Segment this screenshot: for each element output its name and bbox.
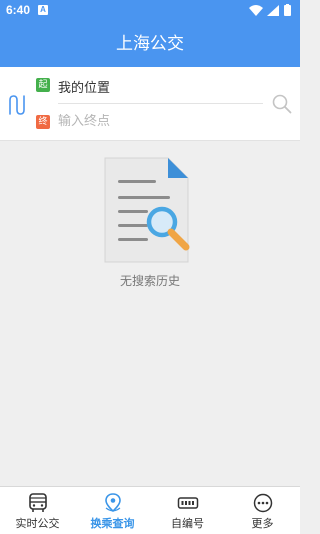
tab-more[interactable]: 更多	[225, 487, 300, 534]
swap-route-icon[interactable]	[8, 94, 26, 120]
app-bar: 6:40 A 上海公交	[0, 0, 300, 67]
empty-state-text: 无搜索历史	[119, 274, 180, 288]
tab-transfer-query[interactable]: 换乘查询	[75, 487, 150, 534]
bus-icon	[27, 493, 49, 513]
tab-label: 更多	[251, 517, 274, 530]
wifi-icon	[249, 5, 263, 16]
divider	[58, 103, 263, 104]
page-title: 上海公交	[116, 34, 184, 54]
tab-label: 实时公交	[15, 517, 60, 530]
route-search-panel: 起 我的位置 终	[0, 67, 300, 141]
tab-realtime-bus[interactable]: 实时公交	[0, 487, 75, 534]
end-tag: 终	[36, 115, 50, 129]
status-icons	[248, 4, 294, 17]
status-bar: 6:40 A	[0, 0, 300, 22]
signal-icon	[267, 5, 279, 16]
end-location-input[interactable]	[58, 114, 258, 129]
battery-icon	[284, 4, 291, 16]
start-tag: 起	[36, 78, 50, 92]
tab-self-numbering[interactable]: 自编号	[150, 487, 225, 534]
document-search-icon	[100, 150, 200, 269]
search-icon[interactable]	[272, 94, 292, 118]
bottom-tab-bar: 实时公交 换乘查询 自编号 更多	[0, 486, 300, 534]
location-pin-icon	[102, 493, 124, 513]
start-location[interactable]: 我的位置	[58, 77, 110, 96]
notification-icon: A	[38, 5, 48, 15]
tab-label: 自编号	[171, 517, 204, 530]
status-time: 6:40	[6, 3, 31, 17]
tab-label: 换乘查询	[90, 517, 135, 530]
more-icon	[252, 493, 274, 513]
bus-number-icon	[177, 493, 199, 513]
